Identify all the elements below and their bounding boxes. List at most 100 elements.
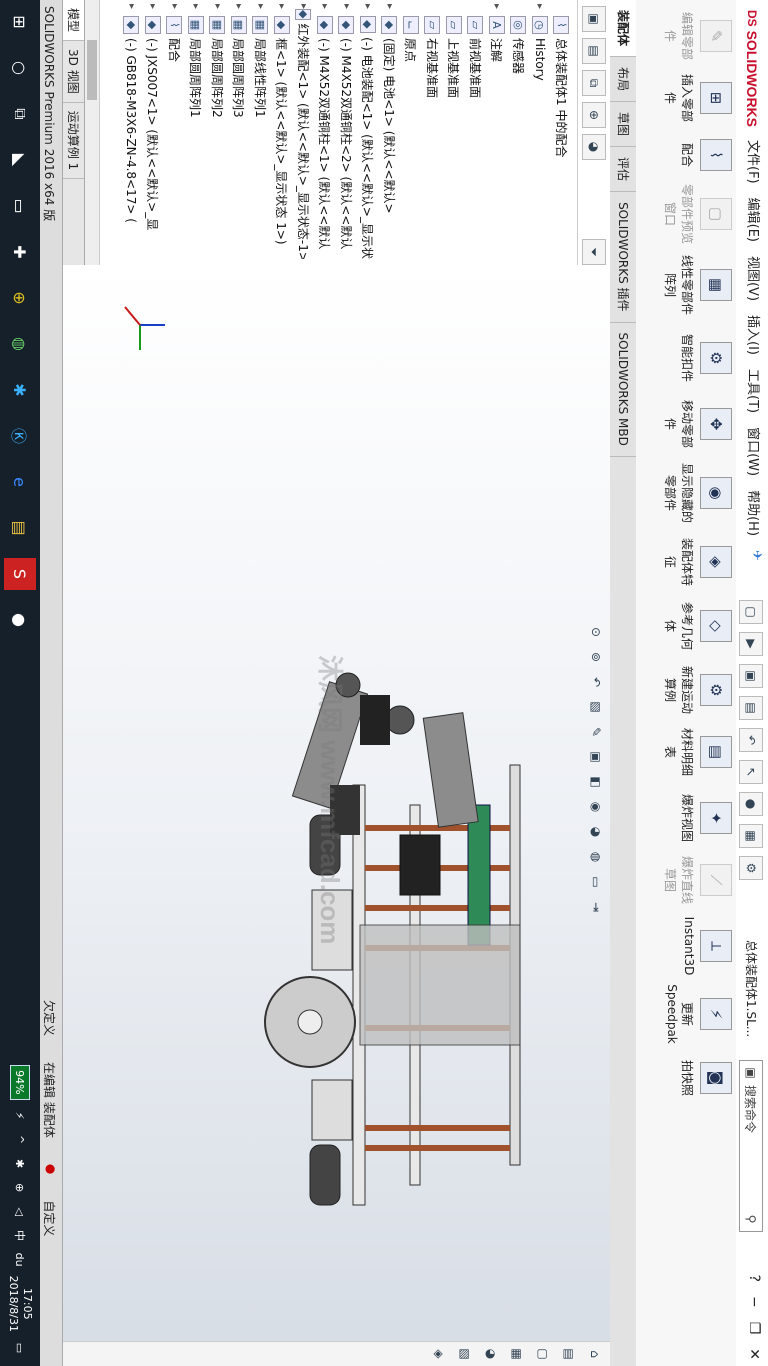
tree-item[interactable]: ▸ A 注解 bbox=[486, 4, 508, 259]
tab-assembly[interactable]: 装配体 bbox=[610, 0, 636, 58]
ime-icon[interactable]: 中 bbox=[12, 1228, 28, 1244]
print-icon[interactable]: ▤ bbox=[739, 696, 763, 720]
task-view-icon[interactable]: ⧉ bbox=[4, 98, 36, 130]
app-k-icon[interactable]: Ⓚ bbox=[4, 420, 36, 452]
linear-pattern-button[interactable]: ▦ 线性零部件阵列 bbox=[646, 254, 732, 316]
tab-layout[interactable]: 布局 bbox=[610, 57, 636, 103]
tree-item[interactable]: ▸ ⌇ 配合 bbox=[164, 4, 186, 259]
tree-item[interactable]: ▸ ◆ (-) GB818-M3X6-ZN-4.8<17> ( bbox=[121, 4, 143, 259]
new-motion-study-button[interactable]: ⚙ 新建运动算例 bbox=[646, 662, 732, 718]
feature-tree-icon[interactable]: ▣ bbox=[582, 6, 606, 32]
minimize-icon[interactable]: − bbox=[746, 1296, 762, 1308]
tree-item[interactable]: ▸ ◆ 红外装配<1> (默认<<默认>_显示状态-1> bbox=[293, 4, 315, 259]
insert-component-button[interactable]: ⊞ 插入零部件 bbox=[646, 70, 732, 126]
tab-addins[interactable]: SOLIDWORKS 插件 bbox=[610, 192, 636, 323]
custom-properties-icon[interactable]: ▧ bbox=[454, 1344, 476, 1364]
menu-help[interactable]: 帮助(H) bbox=[745, 490, 764, 536]
tree-item[interactable]: ▱ 前视基准面 bbox=[465, 4, 487, 259]
undo-icon[interactable]: ↶ bbox=[739, 728, 763, 752]
take-snapshot-button[interactable]: ◙ 拍快照 bbox=[646, 1050, 732, 1106]
pin-icon[interactable]: ✈ bbox=[745, 550, 764, 561]
power-icon[interactable]: ⚡ bbox=[12, 1108, 28, 1124]
solidworks-icon[interactable]: S bbox=[4, 558, 36, 590]
options-icon[interactable]: ⚙ bbox=[739, 856, 763, 880]
design-library-icon[interactable]: ▤ bbox=[558, 1344, 580, 1364]
open-icon[interactable]: ▶ bbox=[739, 632, 763, 656]
tree-item[interactable]: ▸ ◆ 框<1> (默认<<默认>_显示状态 1>) bbox=[271, 4, 293, 259]
search-icon[interactable]: ○ bbox=[4, 52, 36, 84]
tab-motion-study[interactable]: 运动算例 1 bbox=[62, 102, 84, 180]
assembly-features-button[interactable]: ◈ 装配体特征 bbox=[646, 534, 732, 590]
rebuild-icon[interactable]: ● bbox=[739, 792, 763, 816]
menu-edit[interactable]: 编辑(E) bbox=[745, 198, 764, 242]
tree-item[interactable]: ▸ ▦ 局部圆周阵列3 bbox=[228, 4, 250, 259]
tree-item[interactable]: ▱ 右视基准面 bbox=[422, 4, 444, 259]
tab-model[interactable]: 模型 bbox=[62, 0, 84, 42]
tab-evaluate[interactable]: 评估 bbox=[610, 147, 636, 193]
dimxpert-icon[interactable]: ⊕ bbox=[582, 102, 606, 128]
notification-icon[interactable]: ▭ bbox=[12, 1340, 28, 1356]
component-preview-button[interactable]: ▢ 零部件预览窗口 bbox=[646, 184, 732, 244]
show-hidden-button[interactable]: ◉ 显示隐藏的零部件 bbox=[646, 462, 732, 524]
mate-button[interactable]: ⌇ 配合 bbox=[646, 130, 732, 180]
baidu-icon[interactable]: du bbox=[12, 1252, 28, 1268]
save-icon[interactable]: ▣ bbox=[739, 664, 763, 688]
clock[interactable]: 17:05 2018/8/31 bbox=[6, 1276, 34, 1332]
tree-item[interactable]: ▸ ▦ 局部圆周阵列1 bbox=[185, 4, 207, 259]
edge-icon[interactable]: e bbox=[4, 466, 36, 498]
wechat-icon[interactable]: ◍ bbox=[4, 328, 36, 360]
restore-icon[interactable]: ❐ bbox=[746, 1322, 762, 1335]
menu-insert[interactable]: 插入(I) bbox=[745, 315, 764, 355]
tab-3d-view[interactable]: 3D 视图 bbox=[62, 41, 84, 103]
search-icon[interactable]: ⚲ bbox=[744, 1207, 758, 1231]
plus-tray-icon[interactable]: ⊕ bbox=[12, 1180, 28, 1196]
instant3d-button[interactable]: ⟂ Instant3D bbox=[646, 914, 732, 978]
close-icon[interactable]: ✕ bbox=[746, 1348, 762, 1360]
solidworks-forum-icon[interactable]: ◈ bbox=[428, 1344, 450, 1364]
menu-file[interactable]: 文件(F) bbox=[745, 140, 764, 184]
menu-view[interactable]: 视图(V) bbox=[745, 256, 764, 301]
help-icon[interactable]: ? bbox=[746, 1275, 762, 1282]
windows-icon[interactable]: ⊞ bbox=[4, 6, 36, 38]
select-icon[interactable]: ↖ bbox=[739, 760, 763, 784]
menu-window[interactable]: 窗口(W) bbox=[745, 427, 764, 476]
tree-item[interactable]: ▸ ◆ (-) M4X52双通铜柱<1> (默认<<默认 bbox=[314, 4, 336, 259]
explode-line-sketch-button[interactable]: ⟋ 爆炸直线草图 bbox=[646, 852, 732, 908]
search-input[interactable]: 搜索命令 bbox=[743, 1085, 760, 1207]
tree-item[interactable]: ⌙ 原点 bbox=[400, 4, 422, 259]
status-units[interactable]: 自定义 bbox=[41, 1200, 58, 1236]
tree-item[interactable]: ⌇ 总体装配体1 中的配合 bbox=[551, 4, 573, 259]
volume-icon[interactable]: ◁ bbox=[12, 1204, 28, 1220]
window-icon[interactable]: ▭ bbox=[4, 190, 36, 222]
bluetooth-icon[interactable]: ✱ bbox=[4, 374, 36, 406]
scrollbar-thumb[interactable] bbox=[87, 40, 97, 100]
update-speedpak-button[interactable]: ⚡ 更新 Speedpak bbox=[646, 982, 732, 1046]
bluetooth-tray-icon[interactable]: ✱ bbox=[12, 1156, 28, 1172]
app-icon[interactable]: ◣ bbox=[4, 144, 36, 176]
folder-icon[interactable]: ▤ bbox=[4, 512, 36, 544]
configuration-manager-icon[interactable]: ⧉ bbox=[582, 70, 606, 96]
reference-geometry-button[interactable]: ◇ 参考几何体 bbox=[646, 598, 732, 654]
tree-item[interactable]: ▸ ◆ (固定) 电池<1> (默认<<默认> bbox=[379, 4, 401, 259]
view-palette-icon[interactable]: ▦ bbox=[506, 1344, 528, 1364]
file-properties-icon[interactable]: ▦ bbox=[739, 824, 763, 848]
tree-item[interactable]: ▸ ◆ (-) 电池装配<1> (默认<<默认>_显示状 bbox=[357, 4, 379, 259]
filter-icon[interactable]: ⏷ bbox=[582, 239, 606, 265]
tree-item[interactable]: ◎ 传感器 bbox=[508, 4, 530, 259]
search-box[interactable]: ▣ 搜索命令 ⚲ bbox=[739, 1060, 763, 1232]
chevron-up-icon[interactable]: ^ bbox=[12, 1132, 28, 1148]
tab-sketch[interactable]: 草图 bbox=[610, 102, 636, 148]
solidworks-logo[interactable]: DS SOLIDWORKS bbox=[741, 10, 763, 127]
avatar-icon[interactable]: ● bbox=[4, 604, 36, 636]
resources-icon[interactable]: ⌂ bbox=[584, 1344, 606, 1364]
bom-button[interactable]: ▤ 材料明细表 bbox=[646, 724, 732, 780]
horizontal-scrollbar[interactable] bbox=[85, 0, 100, 265]
battery-indicator[interactable]: 94% bbox=[10, 1065, 30, 1100]
rebuild-indicator-icon[interactable]: ● bbox=[41, 1164, 58, 1174]
green-plus-icon[interactable]: ⊕ bbox=[4, 282, 36, 314]
tree-item[interactable]: ▸ ◆ (-) M4X52双通铜柱<2> (默认<<默认 bbox=[336, 4, 358, 259]
tree-item[interactable]: ▸ ◆ (-) JXS007<1> (默认<<默认>_显 bbox=[142, 4, 164, 259]
new-document-icon[interactable]: ▢ bbox=[739, 600, 763, 624]
appearances-icon[interactable]: ◕ bbox=[480, 1344, 502, 1364]
smart-fastener-button[interactable]: ⚙ 智能扣件 bbox=[646, 330, 732, 386]
